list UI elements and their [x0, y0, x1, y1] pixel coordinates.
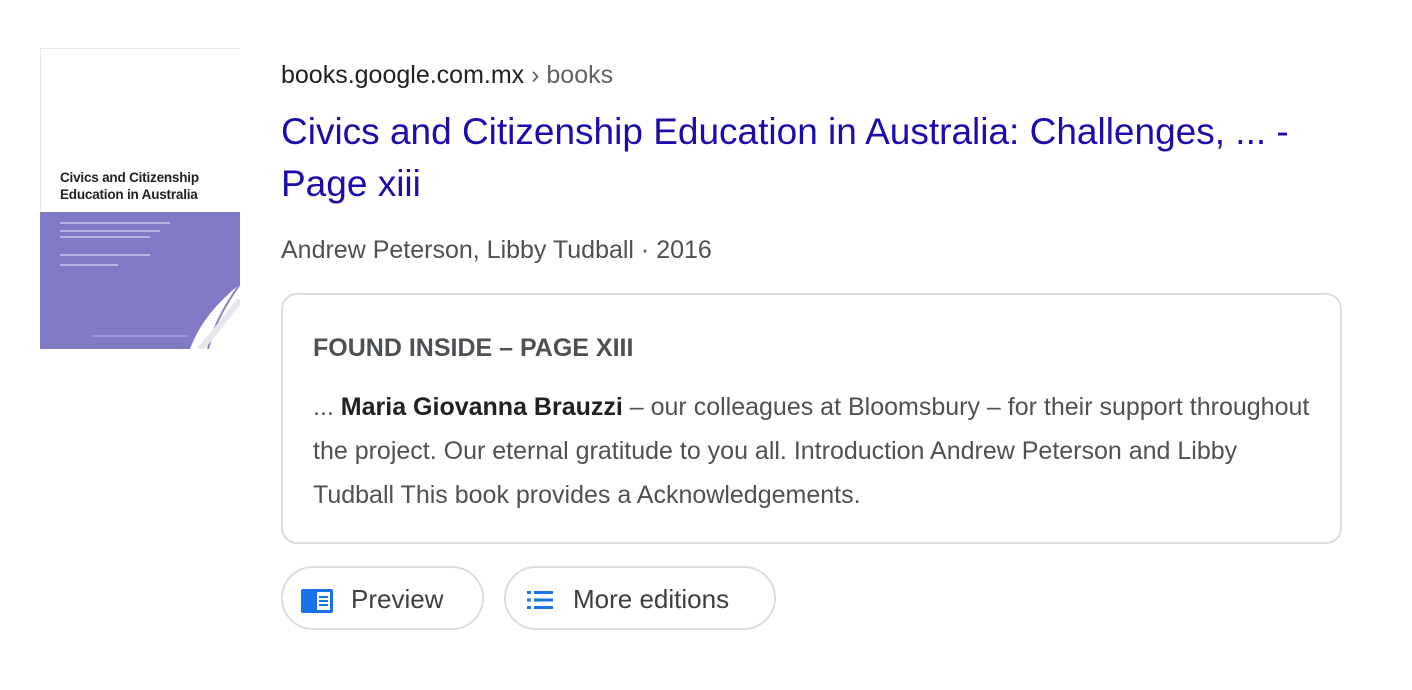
more-editions-label: More editions	[573, 584, 730, 614]
result-title-link[interactable]: Civics and Citizenship Education in Aust…	[281, 106, 1341, 210]
found-inside-snippet: ... Maria Giovanna Brauzzi – our colleag…	[313, 385, 1313, 517]
breadcrumb-separator: ›	[524, 61, 547, 89]
found-inside-box: FOUND INSIDE – PAGE XIII ... Maria Giova…	[281, 293, 1342, 544]
book-preview-icon	[301, 589, 333, 613]
snippet-prefix: ...	[313, 393, 341, 421]
cover-title-line1: Civics and Citizenship	[60, 170, 199, 185]
list-icon	[527, 591, 553, 609]
found-inside-heading: FOUND INSIDE – PAGE XIII	[313, 334, 634, 362]
cover-title: Civics and Citizenship Education in Aust…	[60, 169, 238, 203]
preview-label: Preview	[351, 584, 444, 614]
result-domain: books.google.com.mx	[281, 61, 525, 89]
book-cover-thumbnail[interactable]: Civics and Citizenship Education in Aust…	[40, 48, 240, 349]
result-url[interactable]: books.google.com.mx › books	[281, 60, 613, 90]
cover-title-line2: Education in Australia	[60, 187, 198, 202]
breadcrumb-path: books	[546, 61, 614, 89]
page-curl-icon	[190, 283, 240, 349]
preview-button[interactable]: Preview	[281, 566, 484, 630]
more-editions-button[interactable]: More editions	[504, 566, 776, 630]
book-meta: Andrew Peterson, Libby Tudball · 2016	[281, 236, 712, 264]
snippet-highlight: Maria Giovanna Brauzzi	[340, 393, 623, 421]
